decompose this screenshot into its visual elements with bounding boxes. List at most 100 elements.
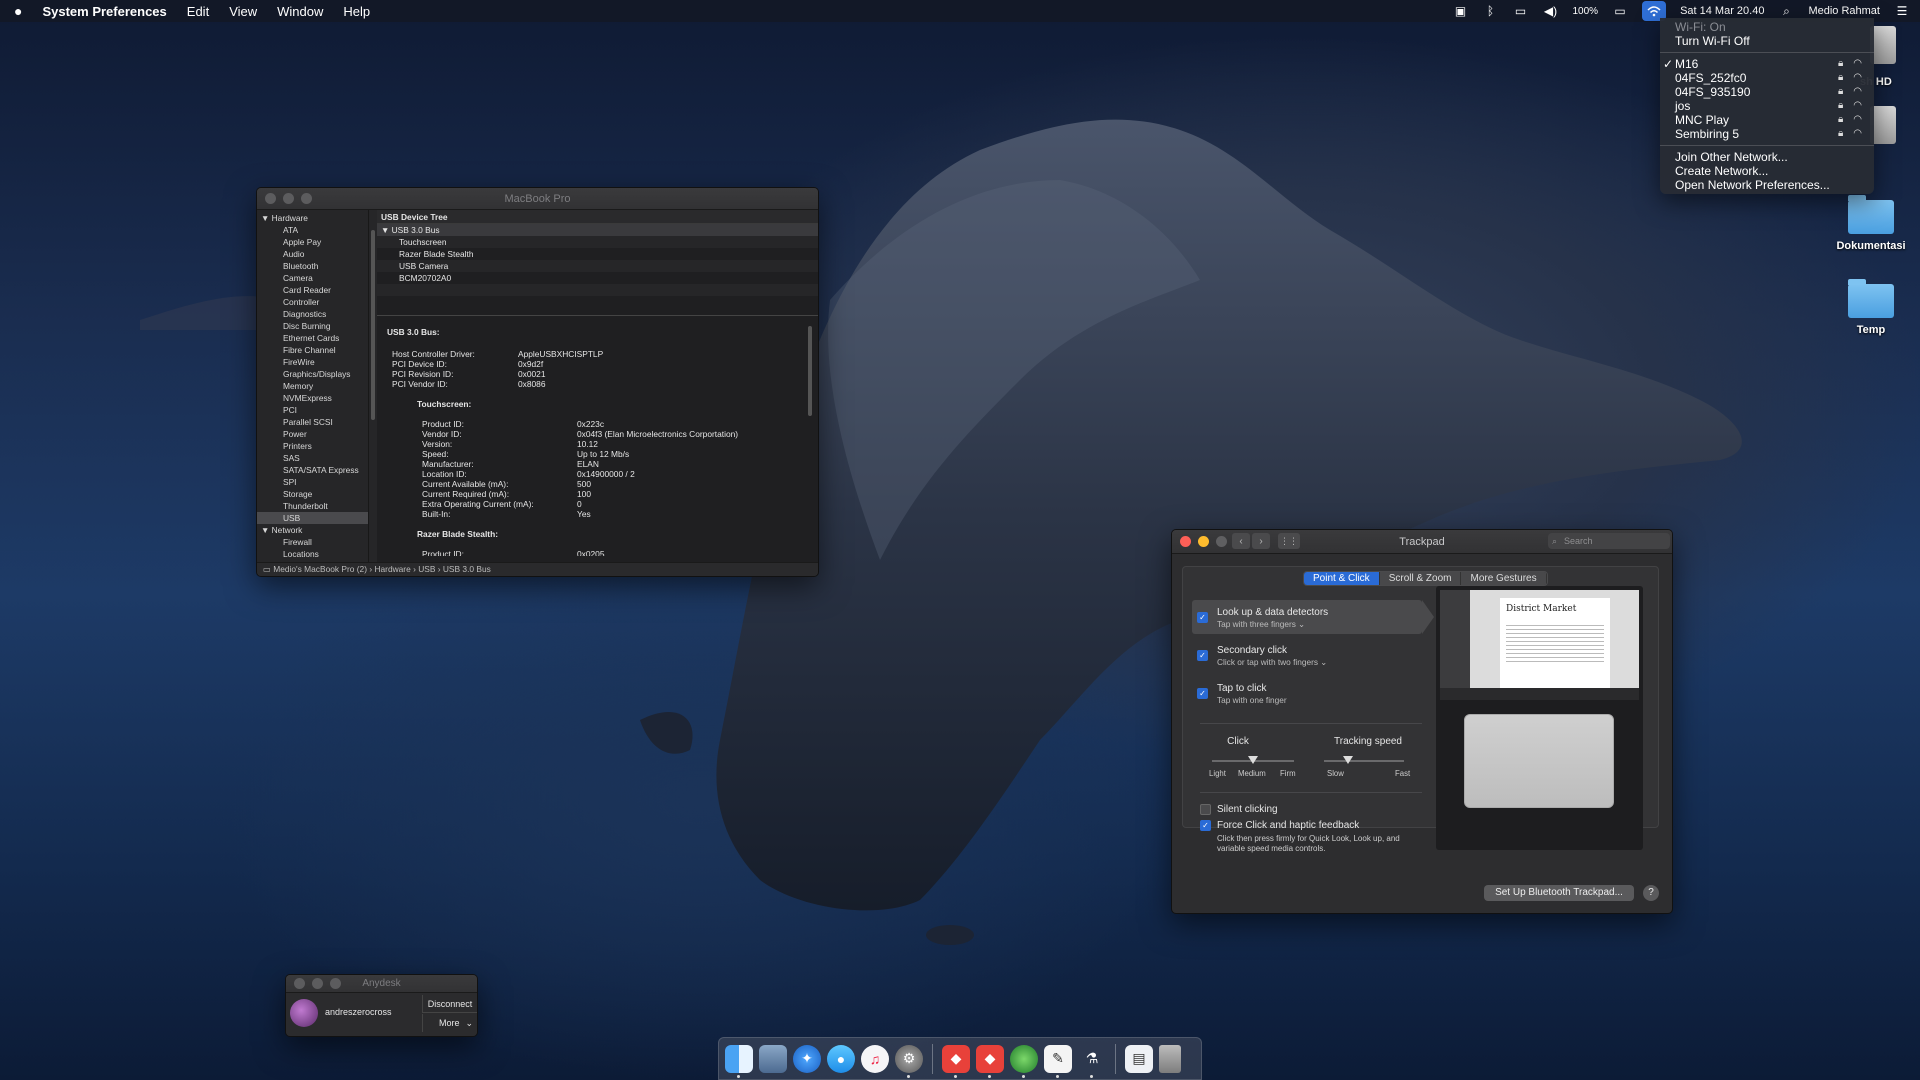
finder-icon[interactable] <box>725 1044 753 1078</box>
sidebar-item[interactable]: Memory <box>257 380 368 392</box>
textedit-icon[interactable]: ✎ <box>1044 1044 1072 1078</box>
sidebar-item[interactable]: Graphics/Displays <box>257 368 368 380</box>
wifi-toggle[interactable]: Turn Wi-Fi Off <box>1660 34 1874 48</box>
option-subtitle[interactable]: Click or tap with two fingers ⌄ <box>1217 657 1327 667</box>
battery-percent[interactable]: 100% <box>1572 6 1598 17</box>
safari-icon[interactable]: ✦ <box>793 1044 821 1073</box>
sidebar-item[interactable]: Audio <box>257 248 368 260</box>
sidebar-item[interactable]: Apple Pay <box>257 236 368 248</box>
tree-header[interactable]: USB Device Tree <box>377 210 818 224</box>
sidebar-item[interactable]: FireWire <box>257 356 368 368</box>
sidebar-item[interactable]: SAS <box>257 452 368 464</box>
sidebar-item[interactable]: Locations <box>257 548 368 560</box>
option-secondary-click[interactable]: ✓ Secondary click Click or tap with two … <box>1192 638 1422 672</box>
bluetooth-icon[interactable]: ᛒ <box>1482 4 1498 18</box>
tracking-slider-knob[interactable] <box>1343 756 1353 764</box>
menu-clock[interactable]: Sat 14 Mar 20.40 <box>1680 5 1764 17</box>
minimize-button[interactable] <box>283 193 294 204</box>
sidebar-item[interactable]: PCI <box>257 404 368 416</box>
menu-window[interactable]: Window <box>277 4 323 19</box>
sidebar-item[interactable]: Fibre Channel <box>257 344 368 356</box>
close-button[interactable] <box>265 193 276 204</box>
volume-icon[interactable]: ◀) <box>1542 4 1558 18</box>
option-subtitle[interactable]: Tap with three fingers ⌄ <box>1217 619 1305 629</box>
apple-menu-icon[interactable]: ● <box>14 3 22 19</box>
help-button[interactable]: ? <box>1643 885 1659 901</box>
app-green-icon[interactable] <box>1010 1044 1038 1078</box>
battery-icon[interactable]: ▭ <box>1612 4 1628 18</box>
documents-icon[interactable]: ▤ <box>1125 1044 1153 1073</box>
sidebar-item[interactable]: SATA/SATA Express <box>257 464 368 476</box>
tree-row-device[interactable]: Razer Blade Stealth <box>377 248 818 260</box>
menu-help[interactable]: Help <box>343 4 370 19</box>
desktop-folder-dokumentasi[interactable]: Dokumentasi <box>1821 195 1920 252</box>
create-network[interactable]: Create Network... <box>1660 164 1874 178</box>
tab-point-click[interactable]: Point & Click <box>1304 572 1380 585</box>
sidebar-item[interactable]: Printers <box>257 440 368 452</box>
show-all-button[interactable]: ⋮⋮ <box>1278 533 1300 549</box>
close-button[interactable] <box>294 978 305 989</box>
menu-edit[interactable]: Edit <box>187 4 209 19</box>
tree-row-device[interactable]: BCM20702A0 <box>377 272 818 284</box>
window-titlebar[interactable]: Anydesk <box>286 975 477 993</box>
tracking-slider-track[interactable] <box>1324 760 1404 762</box>
itunes-icon[interactable]: ♫ <box>861 1044 889 1073</box>
sidebar-group-network[interactable]: ▼ Network <box>257 524 368 536</box>
setup-bluetooth-trackpad-button[interactable]: Set Up Bluetooth Trackpad... <box>1484 885 1634 901</box>
close-button[interactable] <box>1180 536 1191 547</box>
screen-share-icon[interactable]: ▣ <box>1452 4 1468 18</box>
wifi-network-item[interactable]: 04FS_935190 🔒︎ ◠ <box>1660 85 1874 99</box>
disconnect-button[interactable]: Disconnect <box>422 995 477 1013</box>
secondary-click-checkbox[interactable]: ✓ <box>1197 650 1208 661</box>
zoom-button[interactable] <box>330 978 341 989</box>
sidebar-item[interactable]: Card Reader <box>257 284 368 296</box>
sidebar-item[interactable]: Ethernet Cards <box>257 332 368 344</box>
search-input[interactable]: ⌕ Search <box>1548 533 1670 549</box>
more-button[interactable]: More ⌄ <box>422 1014 477 1032</box>
join-other-network[interactable]: Join Other Network... <box>1660 150 1874 164</box>
sidebar-group-hardware[interactable]: ▼ Hardware <box>257 212 368 224</box>
anydesk-icon[interactable]: ◆ <box>942 1044 970 1078</box>
force-click-checkbox[interactable]: ✓ <box>1200 820 1211 831</box>
spotlight-search-icon[interactable]: ⌕ <box>1778 4 1794 18</box>
script-icon[interactable]: ⚗ <box>1078 1045 1106 1078</box>
open-network-preferences[interactable]: Open Network Preferences... <box>1660 178 1874 192</box>
sidebar-item[interactable]: Camera <box>257 272 368 284</box>
tap-to-click-checkbox[interactable]: ✓ <box>1197 688 1208 699</box>
sidebar-item[interactable]: Controller <box>257 296 368 308</box>
system-preferences-icon[interactable]: ⚙ <box>895 1044 923 1078</box>
wifi-network-item[interactable]: 04FS_252fc0 🔒︎ ◠ <box>1660 71 1874 85</box>
tab-scroll-zoom[interactable]: Scroll & Zoom <box>1379 572 1462 585</box>
minimize-button[interactable] <box>312 978 323 989</box>
sidebar-scrollbar[interactable] <box>369 210 377 562</box>
sidebar-item[interactable]: Disc Burning <box>257 320 368 332</box>
option-tap-to-click[interactable]: ✓ Tap to click Tap with one finger <box>1192 676 1422 710</box>
menu-user[interactable]: Medio Rahmat <box>1808 5 1880 17</box>
forward-button[interactable]: › <box>1252 533 1270 549</box>
sidebar-item[interactable]: USB <box>257 512 368 524</box>
tree-row-device[interactable]: USB Camera <box>377 260 818 272</box>
tree-row-device[interactable]: Touchscreen <box>377 236 818 248</box>
option-lookup[interactable]: ✓ Look up & data detectors Tap with thre… <box>1192 600 1422 634</box>
preview-icon[interactable] <box>759 1044 787 1073</box>
zoom-button[interactable] <box>301 193 312 204</box>
zoom-button[interactable] <box>1216 536 1227 547</box>
sidebar-item[interactable]: ATA <box>257 224 368 236</box>
sidebar-item[interactable]: Bluetooth <box>257 260 368 272</box>
tab-more-gestures[interactable]: More Gestures <box>1461 572 1547 585</box>
airplay-icon[interactable]: ▭ <box>1512 4 1528 18</box>
sidebar-item[interactable]: SPI <box>257 476 368 488</box>
window-titlebar[interactable]: MacBook Pro <box>257 188 818 210</box>
wifi-network-item[interactable]: M16 ✓ 🔒︎ ◠ <box>1660 57 1874 71</box>
sidebar-item[interactable]: Power <box>257 428 368 440</box>
tree-row-bus[interactable]: ▼ USB 3.0 Bus <box>377 224 818 236</box>
wifi-network-item[interactable]: Sembiring 5 🔒︎ ◠ <box>1660 127 1874 141</box>
click-slider-knob[interactable] <box>1248 756 1258 764</box>
sidebar-item[interactable]: NVMExpress <box>257 392 368 404</box>
menu-view[interactable]: View <box>229 4 257 19</box>
messages-icon[interactable]: ● <box>827 1044 855 1073</box>
anydesk2-icon[interactable]: ◆ <box>976 1044 1004 1078</box>
wifi-network-item[interactable]: MNC Play 🔒︎ ◠ <box>1660 113 1874 127</box>
window-titlebar[interactable]: ‹ › ⋮⋮ Trackpad ⌕ Search <box>1172 530 1672 554</box>
lookup-checkbox[interactable]: ✓ <box>1197 612 1208 623</box>
